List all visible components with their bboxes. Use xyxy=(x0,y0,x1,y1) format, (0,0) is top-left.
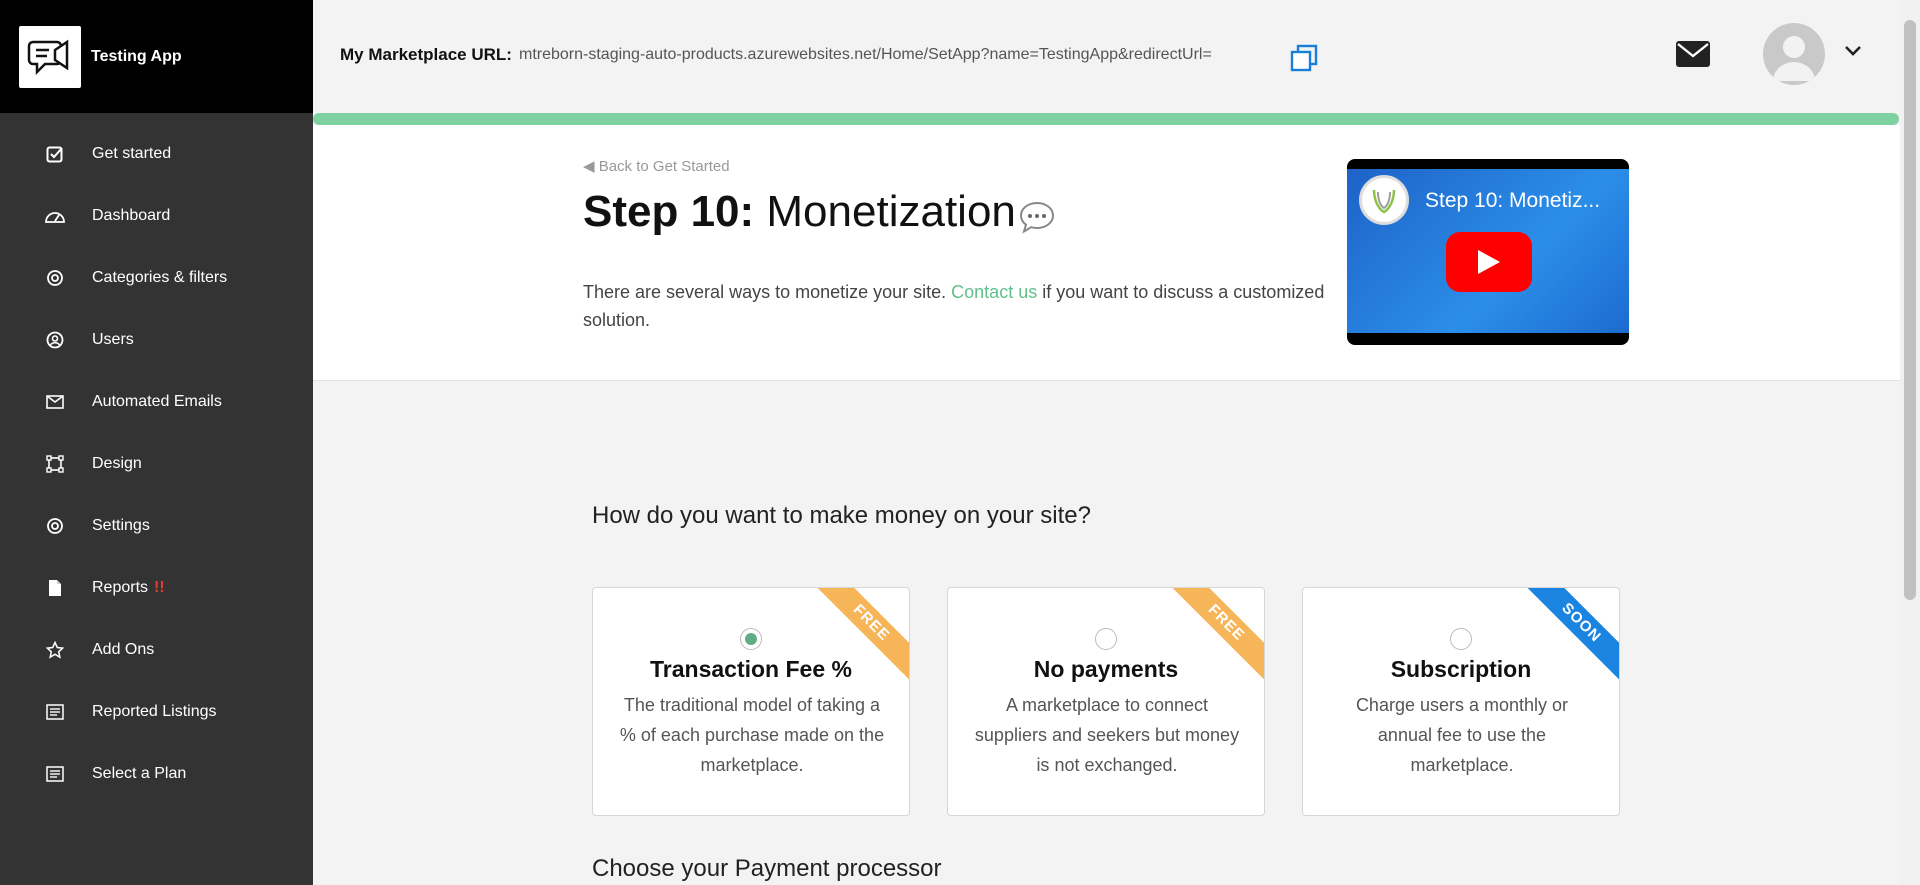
avatar[interactable] xyxy=(1763,23,1825,85)
copy-icon[interactable] xyxy=(1289,43,1319,73)
intro-text: There are several ways to monetize your … xyxy=(583,278,1343,334)
step-header: ◀ Back to Get Started Step 10: Monetizat… xyxy=(313,125,1900,381)
sidebar-item-label: Reports xyxy=(92,579,149,596)
radio-no-payments[interactable] xyxy=(1095,628,1117,650)
contact-us-link[interactable]: Contact us xyxy=(951,282,1037,302)
checkbox-icon xyxy=(44,143,66,165)
marketplace-url-label: My Marketplace URL: xyxy=(340,45,512,64)
option-description: The traditional model of taking a % of e… xyxy=(619,695,885,775)
sidebar-item-reported-listings[interactable]: Reported Listings xyxy=(0,681,313,743)
chevron-down-icon[interactable] xyxy=(1844,44,1862,62)
sidebar-item-automated-emails[interactable]: Automated Emails xyxy=(0,371,313,433)
sidebar-item-categories-filters[interactable]: Categories & filters xyxy=(0,247,313,309)
sidebar-nav: Get started Dashboard Categories & filte… xyxy=(0,113,313,805)
page-title-step: Step 10: xyxy=(583,187,755,236)
sidebar-item-users[interactable]: Users xyxy=(0,309,313,371)
scrollbar-thumb[interactable] xyxy=(1904,20,1916,600)
option-description: Charge users a monthly or annual fee to … xyxy=(1355,695,1569,775)
app-logo-icon xyxy=(19,25,81,88)
sidebar-item-label: Categories & filters xyxy=(92,269,228,286)
monetization-question: How do you want to make money on your si… xyxy=(592,502,1091,529)
sidebar: Testing App Get started Dashboard Catego… xyxy=(0,0,313,885)
channel-logo-icon xyxy=(1359,175,1409,225)
sidebar-item-reports[interactable]: Reports !! xyxy=(0,557,313,619)
gear-icon xyxy=(44,515,66,537)
sidebar-item-label: Get started xyxy=(92,145,172,162)
video-thumbnail[interactable]: Step 10: Monetiz... xyxy=(1347,159,1629,345)
gauge-icon xyxy=(44,205,66,227)
option-card-transaction-fee[interactable]: FREE Transaction Fee % The traditional m… xyxy=(592,587,910,816)
brand[interactable]: Testing App xyxy=(0,0,313,113)
sidebar-item-add-ons[interactable]: Add Ons xyxy=(0,619,313,681)
sidebar-item-label: Select a Plan xyxy=(92,765,187,782)
sidebar-item-get-started[interactable]: Get started xyxy=(0,123,313,185)
star-icon xyxy=(44,639,66,661)
back-to-get-started-link[interactable]: ◀ Back to Get Started xyxy=(583,157,730,175)
option-card-subscription[interactable]: SOON Subscription Charge users a monthly… xyxy=(1302,587,1620,816)
mail-icon[interactable] xyxy=(1675,40,1711,73)
sidebar-item-select-a-plan[interactable]: Select a Plan xyxy=(0,743,313,805)
scrollbar[interactable] xyxy=(1900,0,1920,885)
sidebar-item-dashboard[interactable]: Dashboard xyxy=(0,185,313,247)
app-name: Testing App xyxy=(91,47,182,65)
design-frame-icon xyxy=(44,453,66,475)
sidebar-item-label: Add Ons xyxy=(92,641,155,658)
radio-transaction-fee[interactable] xyxy=(740,628,762,650)
video-title: Step 10: Monetiz... xyxy=(1425,189,1601,212)
chat-bubble-icon[interactable] xyxy=(1018,200,1056,239)
sidebar-item-design[interactable]: Design xyxy=(0,433,313,495)
sidebar-item-settings[interactable]: Settings xyxy=(0,495,313,557)
envelope-icon xyxy=(44,391,66,413)
option-title: Transaction Fee % xyxy=(650,656,852,682)
sidebar-item-label: Dashboard xyxy=(92,207,171,224)
sidebar-item-label: Users xyxy=(92,331,134,348)
option-card-no-payments[interactable]: FREE No payments A marketplace to connec… xyxy=(947,587,1265,816)
sidebar-item-label: Design xyxy=(92,455,142,472)
option-description: A marketplace to connect suppliers and s… xyxy=(974,695,1240,775)
option-title: Subscription xyxy=(1390,656,1532,682)
sidebar-item-label: Settings xyxy=(92,517,150,534)
play-button[interactable] xyxy=(1446,232,1532,292)
page-title: Step 10: Monetization xyxy=(583,187,1016,237)
user-circle-icon xyxy=(44,329,66,351)
marketplace-url[interactable]: mtreborn-staging-auto-products.azurewebs… xyxy=(519,46,1212,64)
list-icon xyxy=(44,701,66,723)
sidebar-item-label: Reported Listings xyxy=(92,703,217,720)
sidebar-item-label: Automated Emails xyxy=(92,393,222,410)
page-title-text: Monetization xyxy=(766,187,1016,236)
reports-alert-badge: !! xyxy=(154,579,165,596)
radio-subscription[interactable] xyxy=(1450,628,1472,650)
option-title: No payments xyxy=(1033,656,1179,682)
list-icon xyxy=(44,763,66,785)
document-icon xyxy=(44,577,66,599)
top-bar: My Marketplace URL: mtreborn-staging-aut… xyxy=(313,0,1900,113)
gear-icon xyxy=(44,267,66,289)
video-frame: Step 10: Monetiz... xyxy=(1347,169,1629,333)
intro-text-start: There are several ways to monetize your … xyxy=(583,282,952,302)
payment-processor-heading: Choose your Payment processor xyxy=(592,855,942,882)
progress-bar xyxy=(313,113,1899,125)
